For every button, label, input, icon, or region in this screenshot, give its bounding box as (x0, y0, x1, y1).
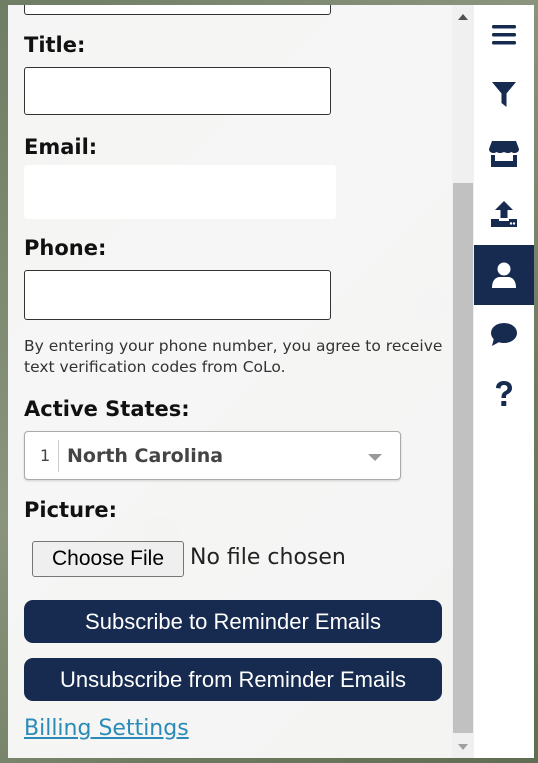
email-label: Email: (24, 135, 98, 159)
store-icon (489, 141, 519, 167)
active-states-label: Active States: (24, 397, 190, 421)
side-toolbar (474, 5, 534, 758)
upload-icon (491, 201, 517, 227)
menu-button[interactable] (474, 5, 534, 65)
previous-field-input[interactable] (24, 5, 331, 15)
upload-button[interactable] (474, 184, 534, 244)
scroll-up-arrow-icon[interactable] (458, 14, 468, 20)
chat-icon (491, 323, 517, 346)
selected-count-badge: 1 (40, 446, 51, 465)
user-icon (492, 262, 516, 288)
picture-label: Picture: (24, 498, 118, 522)
scrollbar-thumb[interactable] (453, 183, 473, 733)
selected-state-value: North Carolina (67, 445, 224, 467)
chat-button[interactable] (474, 305, 534, 365)
choose-file-button[interactable]: Choose File (32, 541, 184, 577)
chevron-down-icon[interactable] (368, 454, 382, 461)
filter-icon (492, 82, 516, 107)
filter-button[interactable] (474, 65, 534, 125)
profile-form: Title: Email: Phone: By entering your ph… (8, 5, 452, 758)
active-states-select[interactable]: 1 North Carolina (24, 431, 401, 480)
phone-input[interactable] (24, 270, 331, 320)
title-input[interactable] (24, 67, 331, 115)
help-button[interactable] (474, 365, 534, 425)
help-icon (496, 381, 512, 406)
email-input[interactable] (24, 165, 336, 219)
phone-label: Phone: (24, 236, 107, 260)
scroll-down-arrow-icon[interactable] (458, 744, 468, 750)
profile-button[interactable] (474, 245, 534, 305)
billing-settings-link[interactable]: Billing Settings (24, 716, 189, 741)
file-status-text: No file chosen (190, 545, 346, 570)
unsubscribe-button[interactable]: Unsubscribe from Reminder Emails (24, 658, 442, 701)
profile-panel: Title: Email: Phone: By entering your ph… (8, 5, 474, 758)
menu-icon (492, 25, 516, 45)
subscribe-button[interactable]: Subscribe to Reminder Emails (24, 600, 442, 643)
title-label: Title: (24, 33, 86, 57)
scrollbar[interactable] (452, 5, 474, 758)
phone-consent-note: By entering your phone number, you agree… (24, 337, 443, 376)
store-button[interactable] (474, 124, 534, 184)
select-divider (58, 440, 59, 472)
